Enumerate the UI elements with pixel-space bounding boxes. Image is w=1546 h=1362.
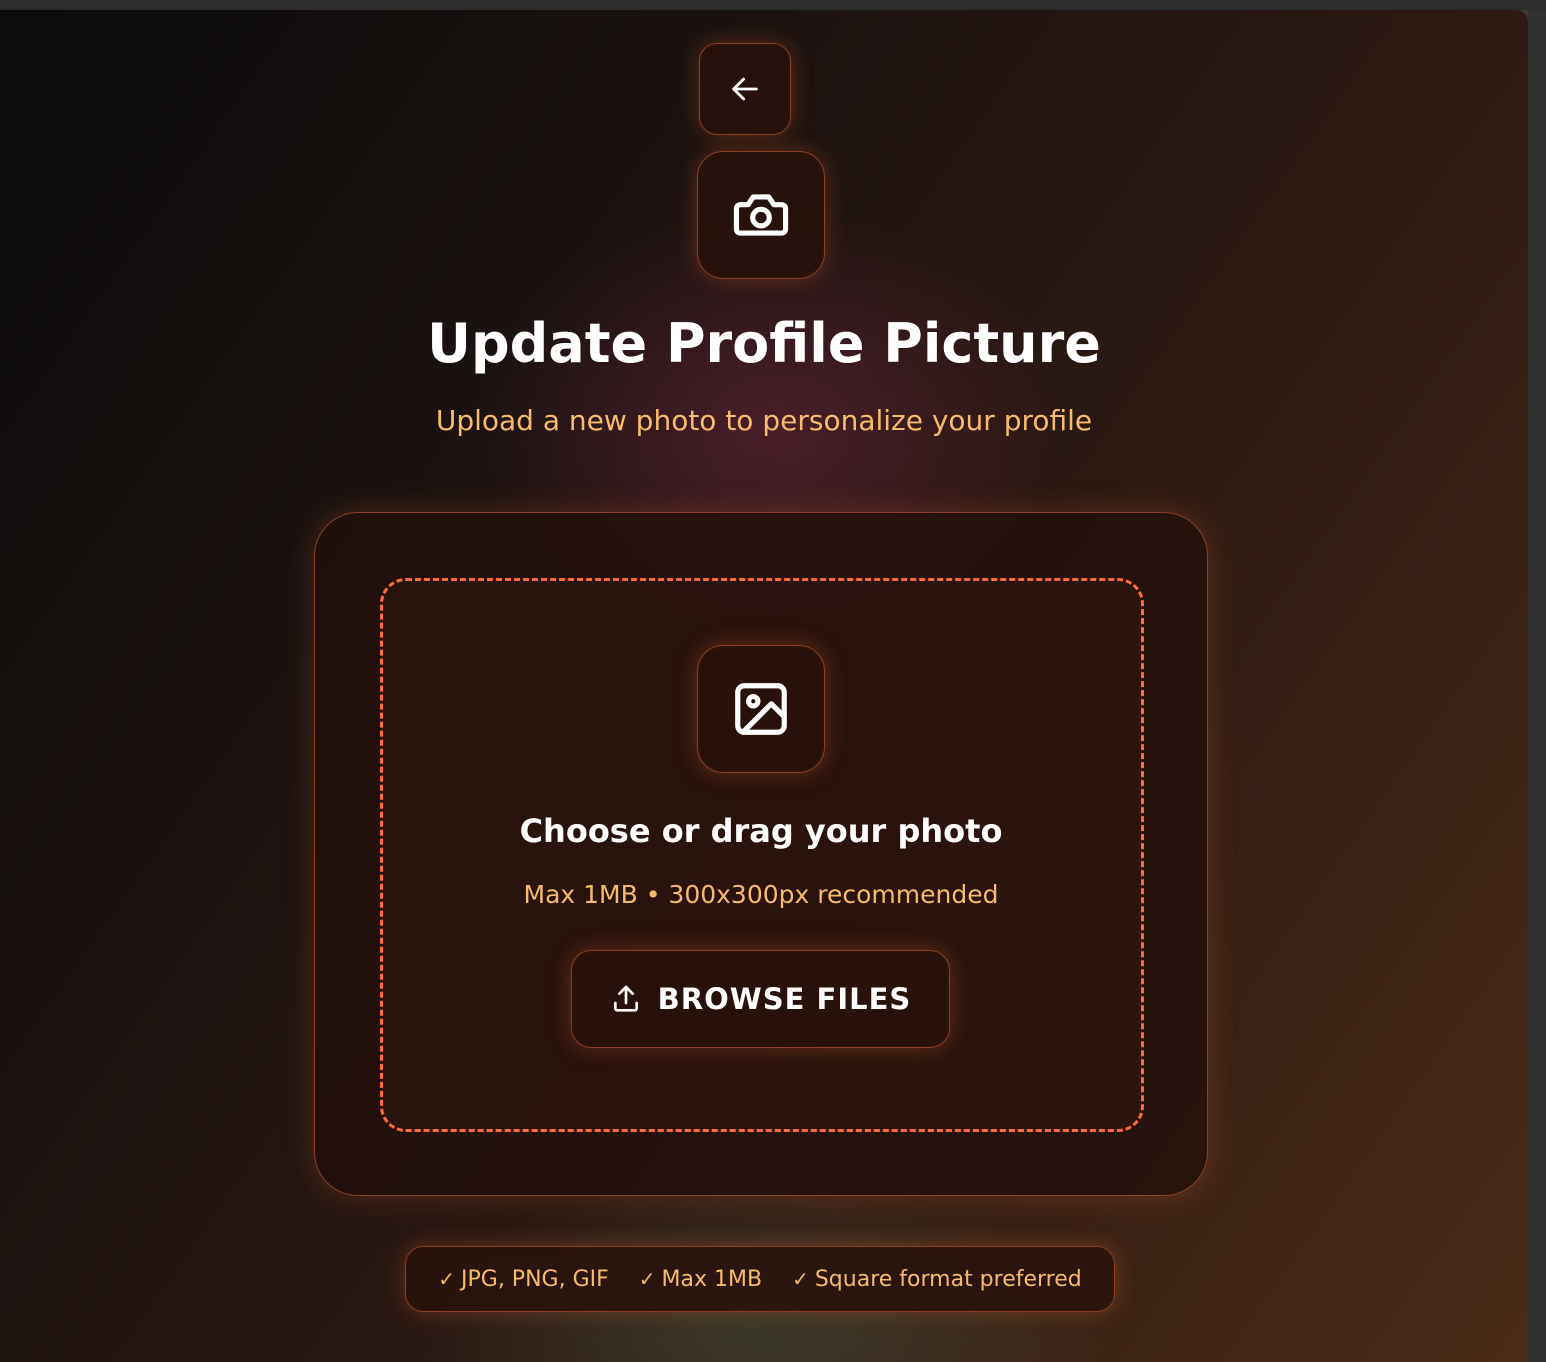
check-icon: ✓	[638, 1267, 656, 1291]
check-icon: ✓	[438, 1267, 456, 1291]
dropzone-heading: Choose or drag your photo	[519, 812, 1003, 850]
dropzone-limits: Max 1MB • 300x300px recommended	[523, 880, 999, 909]
requirement-label: Square format preferred	[814, 1266, 1082, 1292]
browse-files-label: BROWSE FILES	[657, 982, 912, 1016]
arrow-left-icon	[732, 77, 758, 101]
requirement-label: Max 1MB	[661, 1266, 763, 1292]
window-edge	[1528, 10, 1546, 1362]
browse-files-button[interactable]: BROWSE FILES	[571, 950, 950, 1048]
image-badge	[697, 645, 825, 773]
upload-icon	[613, 985, 638, 1012]
page-subtitle: Upload a new photo to personalize your p…	[435, 404, 1093, 437]
check-icon: ✓	[792, 1267, 809, 1291]
requirement-item: ✓ Square format preferred	[792, 1267, 1082, 1292]
camera-badge	[697, 151, 825, 279]
requirement-label: JPG, PNG, GIF	[461, 1266, 609, 1292]
back-button[interactable]	[699, 43, 791, 135]
window-top-bar	[0, 0, 1546, 10]
camera-icon	[733, 194, 789, 236]
requirement-item: ✓ JPG, PNG, GIF	[438, 1267, 609, 1292]
requirements-bar: ✓ JPG, PNG, GIF ✓ Max 1MB ✓ Square forma…	[405, 1246, 1115, 1312]
image-icon	[735, 683, 787, 735]
requirement-item: ✓ Max 1MB	[639, 1267, 762, 1292]
page-title: Update Profile Picture	[427, 312, 1101, 375]
